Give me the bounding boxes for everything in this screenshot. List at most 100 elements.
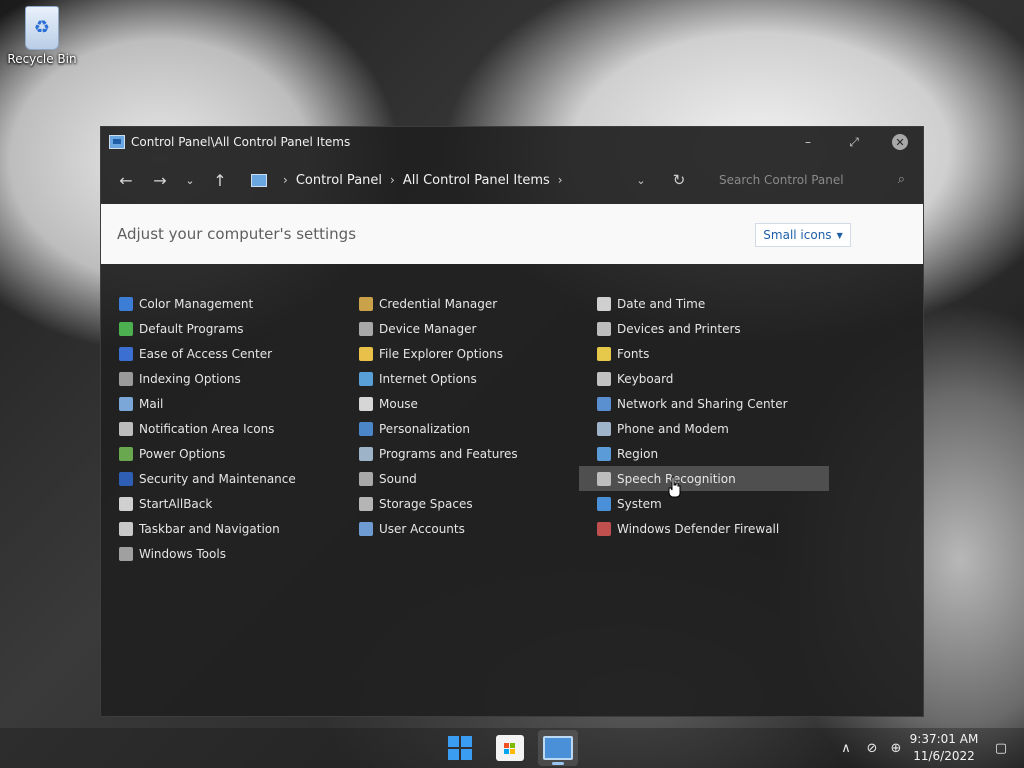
breadcrumb-separator[interactable]: ›: [283, 173, 288, 187]
maximize-button[interactable]: ⤢: [831, 127, 877, 157]
item-phone-modem[interactable]: Phone and Modem: [579, 416, 829, 441]
item-notification-area-icons[interactable]: Notification Area Icons: [101, 416, 333, 441]
color-management-icon: [119, 296, 133, 311]
globe-icon: [597, 446, 611, 461]
indexing-options-icon: [119, 371, 133, 386]
window-controls: – ⤢ ✕: [785, 127, 923, 157]
item-internet-options[interactable]: Internet Options: [341, 366, 573, 391]
item-label: Storage Spaces: [379, 496, 473, 511]
system-icon: [597, 496, 611, 511]
recent-locations-button[interactable]: ⌄: [177, 165, 203, 195]
search-input[interactable]: [719, 173, 879, 187]
navigation-bar: ← → ⌄ ↑ › Control Panel › All Control Pa…: [101, 157, 923, 203]
taskbar: ∧ ⊘ ⊕ 9:37:01 AM 11/6/2022 ▢: [0, 728, 1024, 768]
breadcrumb-separator[interactable]: ›: [558, 173, 563, 187]
item-default-programs[interactable]: Default Programs: [101, 316, 333, 341]
clock[interactable]: 9:37:01 AM 11/6/2022: [906, 731, 982, 765]
mail-icon: [119, 396, 133, 411]
item-ease-of-access[interactable]: Ease of Access Center: [101, 341, 333, 366]
item-windows-tools[interactable]: Windows Tools: [101, 541, 333, 566]
item-keyboard[interactable]: Keyboard: [579, 366, 829, 391]
control-panel-taskbar-button[interactable]: [538, 730, 578, 766]
control-panel-icon: [109, 135, 125, 149]
item-label: Device Manager: [379, 321, 477, 336]
item-label: Keyboard: [617, 371, 674, 386]
notification-area-icon: [119, 421, 133, 436]
item-fonts[interactable]: Fonts: [579, 341, 829, 366]
item-indexing-options[interactable]: Indexing Options: [101, 366, 333, 391]
item-label: Network and Sharing Center: [617, 396, 788, 411]
item-credential-manager[interactable]: Credential Manager: [341, 291, 573, 316]
fonts-icon: [597, 346, 611, 361]
forward-button[interactable]: →: [143, 165, 177, 195]
item-mouse[interactable]: Mouse: [341, 391, 573, 416]
item-personalization[interactable]: Personalization: [341, 416, 573, 441]
item-speech-recognition[interactable]: Speech Recognition: [579, 466, 829, 491]
up-button[interactable]: ↑: [203, 165, 237, 195]
power-options-icon: [119, 446, 133, 461]
start-button[interactable]: [440, 730, 480, 766]
item-network-sharing[interactable]: Network and Sharing Center: [579, 391, 829, 416]
microsoft-store-button[interactable]: [490, 730, 530, 766]
item-power-options[interactable]: Power Options: [101, 441, 333, 466]
view-by-dropdown[interactable]: Small icons ▼: [755, 223, 851, 247]
address-bar[interactable]: › Control Panel › All Control Panel Item…: [251, 165, 571, 195]
breadcrumb-control-panel[interactable]: Control Panel: [296, 173, 382, 188]
item-user-accounts[interactable]: User Accounts: [341, 516, 573, 541]
items-column-1: Color Management Default Programs Ease o…: [101, 291, 333, 566]
item-label: Phone and Modem: [617, 421, 729, 436]
startallback-icon: [119, 496, 133, 511]
item-system[interactable]: System: [579, 491, 829, 516]
notification-center-button[interactable]: ▢: [990, 728, 1012, 768]
item-security-maintenance[interactable]: Security and Maintenance: [101, 466, 333, 491]
firewall-icon: [597, 521, 611, 536]
item-label: Devices and Printers: [617, 321, 741, 336]
search-box[interactable]: ⌕: [709, 165, 915, 195]
credential-manager-icon: [359, 296, 373, 311]
item-mail[interactable]: Mail: [101, 391, 333, 416]
network-status-icon[interactable]: ⊘: [862, 728, 882, 768]
item-startallback[interactable]: StartAllBack: [101, 491, 333, 516]
search-icon[interactable]: ⌕: [898, 172, 905, 187]
breadcrumb-separator[interactable]: ›: [390, 173, 395, 187]
speaker-icon: [359, 471, 373, 486]
item-file-explorer-options[interactable]: File Explorer Options: [341, 341, 573, 366]
breadcrumb-all-items[interactable]: All Control Panel Items: [403, 173, 550, 188]
recycle-bin-shortcut[interactable]: Recycle Bin: [6, 6, 78, 66]
personalization-icon: [359, 421, 373, 436]
language-globe-icon[interactable]: ⊕: [886, 728, 906, 768]
minimize-button[interactable]: –: [785, 127, 831, 157]
ease-of-access-icon: [119, 346, 133, 361]
back-button[interactable]: ←: [109, 165, 143, 195]
item-programs-features[interactable]: Programs and Features: [341, 441, 573, 466]
close-button[interactable]: ✕: [877, 127, 923, 157]
keyboard-icon: [597, 371, 611, 386]
item-region[interactable]: Region: [579, 441, 829, 466]
show-hidden-icons-button[interactable]: ∧: [836, 728, 856, 768]
window-title: Control Panel\All Control Panel Items: [131, 135, 351, 149]
item-label: Power Options: [139, 446, 226, 461]
address-history-dropdown[interactable]: ⌄: [629, 165, 653, 195]
title-bar[interactable]: Control Panel\All Control Panel Items – …: [101, 127, 923, 157]
item-label: Date and Time: [617, 296, 706, 311]
item-taskbar-navigation[interactable]: Taskbar and Navigation: [101, 516, 333, 541]
item-device-manager[interactable]: Device Manager: [341, 316, 573, 341]
item-windows-defender-firewall[interactable]: Windows Defender Firewall: [579, 516, 829, 541]
item-devices-printers[interactable]: Devices and Printers: [579, 316, 829, 341]
item-label: Mouse: [379, 396, 418, 411]
item-sound[interactable]: Sound: [341, 466, 573, 491]
control-panel-icon: [251, 173, 267, 187]
close-icon: ✕: [892, 134, 908, 150]
item-date-time[interactable]: Date and Time: [579, 291, 829, 316]
folder-icon: [359, 346, 373, 361]
item-label: Indexing Options: [139, 371, 241, 386]
item-label: User Accounts: [379, 521, 465, 536]
item-label: Notification Area Icons: [139, 421, 275, 436]
phone-modem-icon: [597, 421, 611, 436]
recycle-bin-icon: [25, 6, 59, 50]
item-color-management[interactable]: Color Management: [101, 291, 333, 316]
programs-features-icon: [359, 446, 373, 461]
refresh-button[interactable]: ↻: [667, 165, 691, 195]
storage-spaces-icon: [359, 496, 373, 511]
item-storage-spaces[interactable]: Storage Spaces: [341, 491, 573, 516]
